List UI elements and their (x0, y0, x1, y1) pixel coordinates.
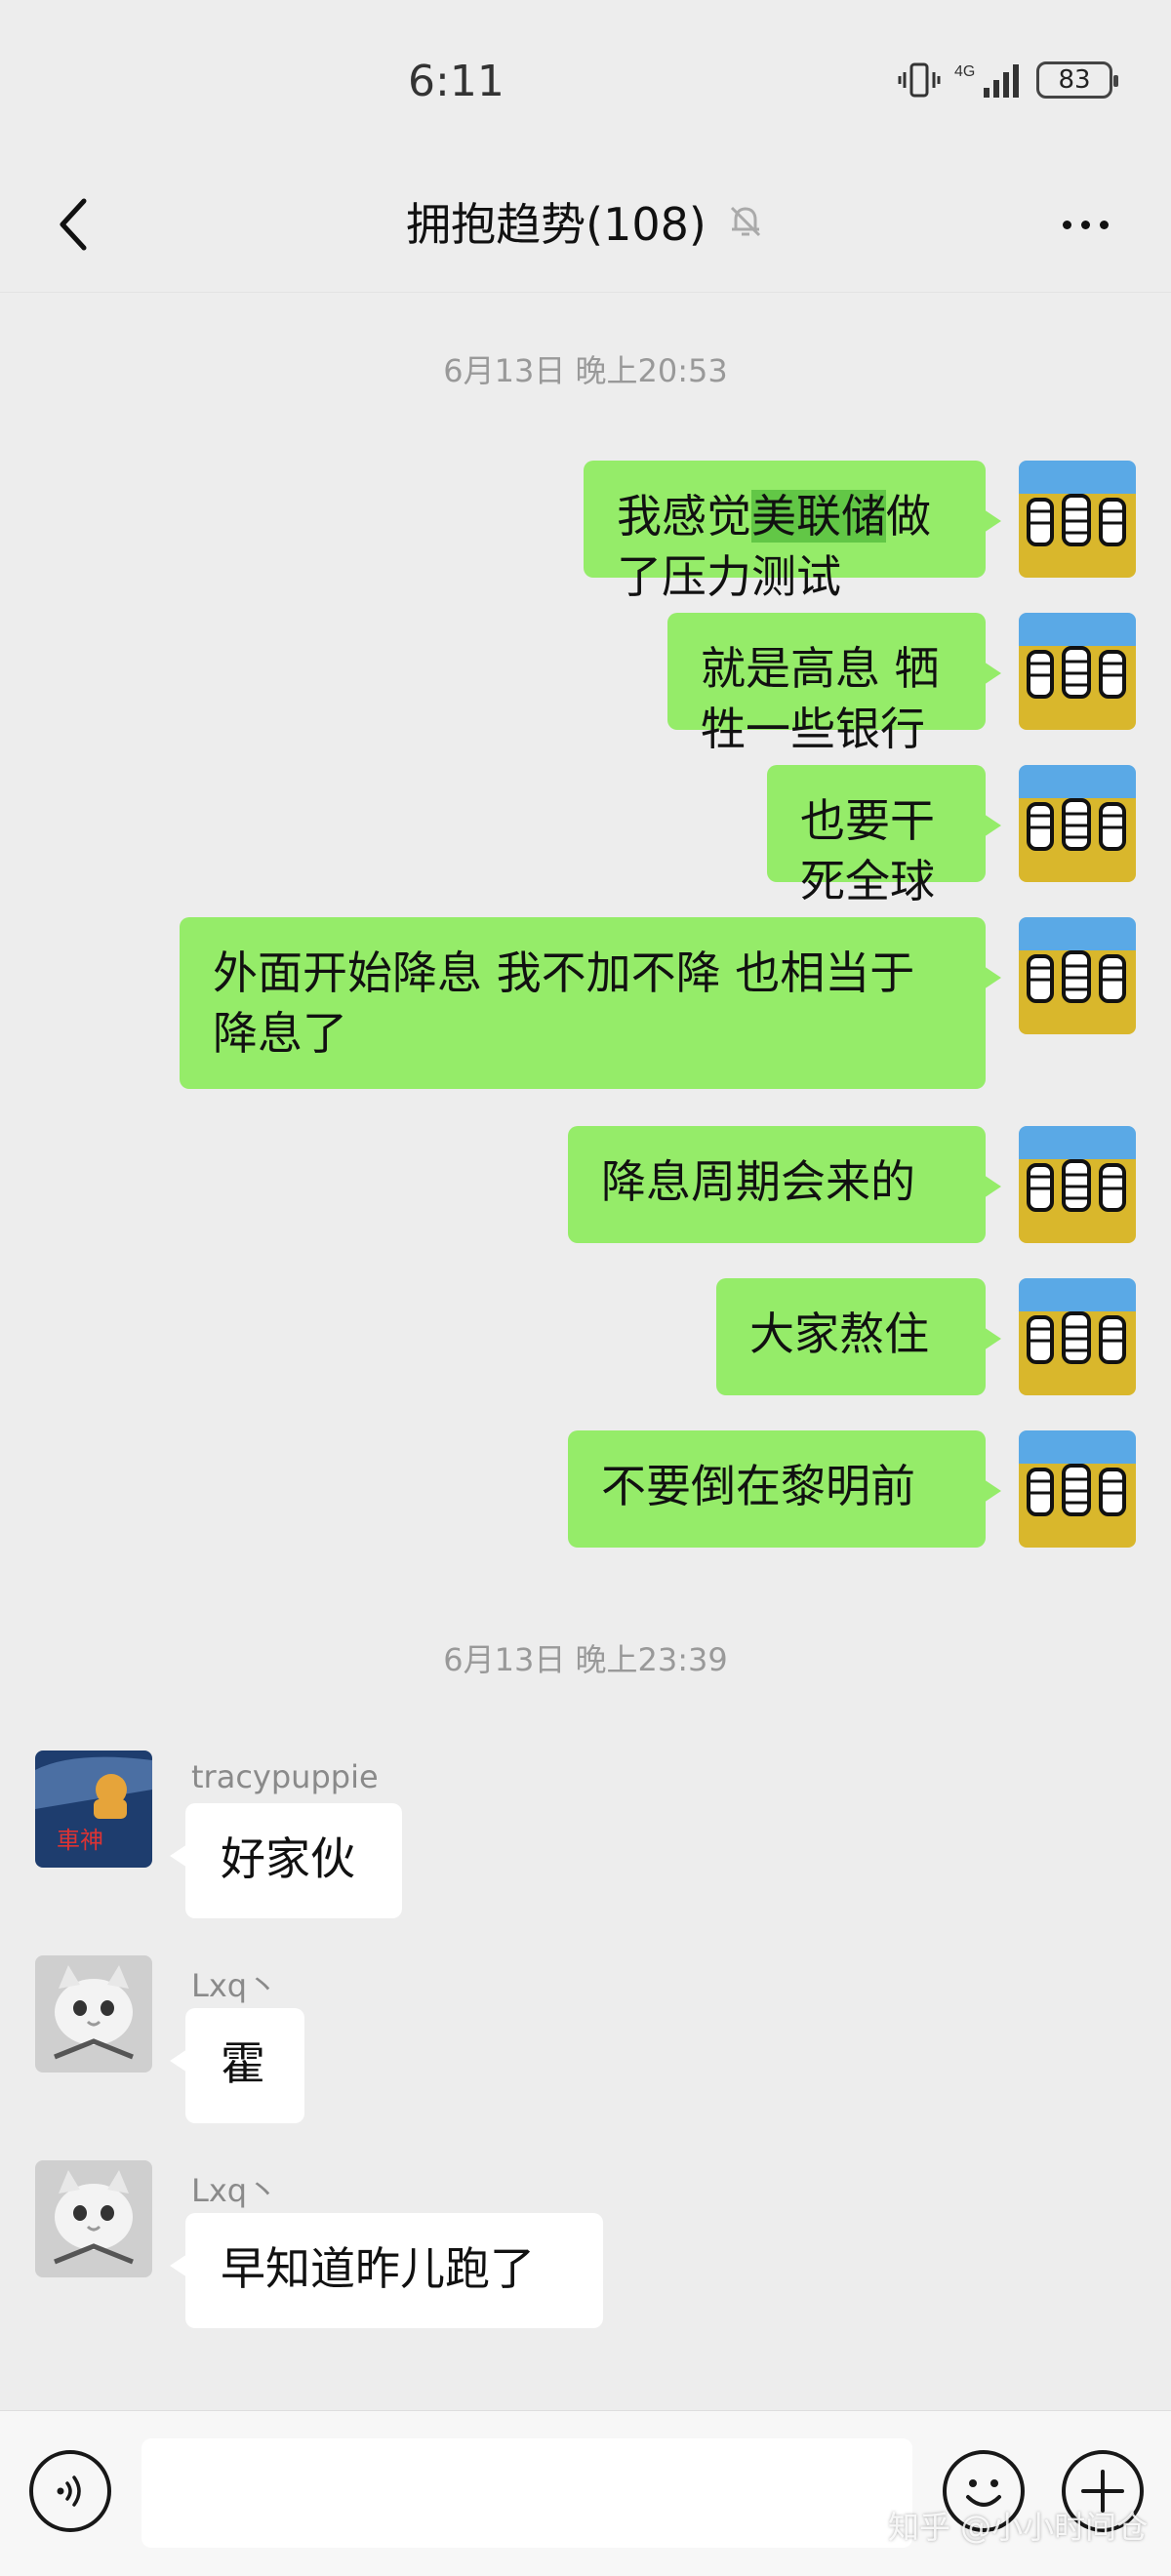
battery-indicator: 83 (1036, 61, 1118, 99)
dot-icon (1080, 220, 1090, 229)
message-text: 就是高息 牺牲一些银行 (701, 642, 940, 755)
self-avatar[interactable] (1019, 613, 1136, 730)
sender-name: Lxq丶 (191, 2172, 279, 2209)
sent-message-bubble[interactable]: 外面开始降息 我不加不降 也相当于降息了 (180, 917, 1001, 1089)
self-avatar[interactable] (1019, 917, 1136, 1034)
sent-message-bubble[interactable]: 大家熬住 (716, 1278, 1001, 1395)
received-message-bubble[interactable]: 霍 (170, 2008, 304, 2123)
self-avatar[interactable] (1019, 765, 1136, 882)
message-text: 也要干死全球 (800, 794, 935, 907)
message-text: 外面开始降息 我不加不降 也相当于降息了 (213, 946, 915, 1060)
message-text: 不要倒在黎明前 (601, 1460, 915, 1512)
status-bar: 6:11 4G 83 (0, 0, 1171, 156)
avatar-caption: 車神 (57, 1827, 103, 1854)
vibrate-icon (898, 62, 941, 98)
voice-input-button[interactable] (29, 2450, 111, 2532)
chat-title: 拥抱趋势(108) (406, 198, 707, 251)
message-text: 大家熬住 (749, 1308, 929, 1360)
network-label: 4G (954, 63, 975, 80)
message-text: 早知道昨儿跑了 (221, 2242, 535, 2295)
more-options-button[interactable] (1046, 195, 1124, 254)
message-timestamp: 6月13日 晚上20:53 (443, 352, 728, 389)
status-time: 6:11 (408, 57, 505, 106)
message-text: 好家伙 (221, 1832, 355, 1885)
watermark: 知乎 @小小时间仓 (888, 2509, 1149, 2546)
sender-avatar-lxq[interactable] (35, 1955, 152, 2073)
sent-message-bubble[interactable]: 不要倒在黎明前 (568, 1430, 1001, 1548)
sent-message-bubble[interactable]: 降息周期会来的 (568, 1126, 1001, 1243)
sender-name: Lxq丶 (191, 1967, 279, 2004)
sent-message-bubble[interactable]: 也要干死全球 (767, 765, 1001, 907)
message-text: 霍 (221, 2037, 265, 2090)
received-message-bubble[interactable]: 好家伙 (170, 1803, 402, 1918)
self-avatar[interactable] (1019, 1126, 1136, 1243)
sent-message-bubble[interactable]: 我感觉美联储做了压力测试 (584, 461, 1001, 603)
self-avatar[interactable] (1019, 461, 1136, 578)
chat-header: 拥抱趋势(108) (0, 156, 1171, 293)
voice-icon (57, 2475, 81, 2507)
sender-avatar-lxq[interactable] (35, 2160, 152, 2277)
sender-avatar-tracypuppie[interactable]: 車神 (35, 1751, 152, 1868)
message-text: 我感觉 (617, 490, 751, 543)
self-avatar[interactable] (1019, 1278, 1136, 1395)
dot-icon (1062, 220, 1071, 229)
message-timestamp: 6月13日 晚上23:39 (443, 1641, 728, 1678)
message-input[interactable] (141, 2438, 912, 2548)
self-avatar[interactable] (1019, 1430, 1136, 1548)
signal-icon: 4G (954, 63, 1019, 98)
received-message-bubble[interactable]: 早知道昨儿跑了 (170, 2213, 603, 2328)
message-input-bar (0, 2410, 1171, 2576)
message-text: 降息周期会来的 (601, 1155, 915, 1208)
sent-message-bubble[interactable]: 就是高息 牺牲一些银行 (667, 613, 1001, 755)
mute-bell-icon (730, 206, 760, 237)
highlighted-text: 美联储 (751, 490, 886, 543)
sender-name: tracypuppie (191, 1758, 379, 1795)
dot-icon (1099, 220, 1109, 229)
status-icons: 4G 83 (898, 60, 1118, 100)
